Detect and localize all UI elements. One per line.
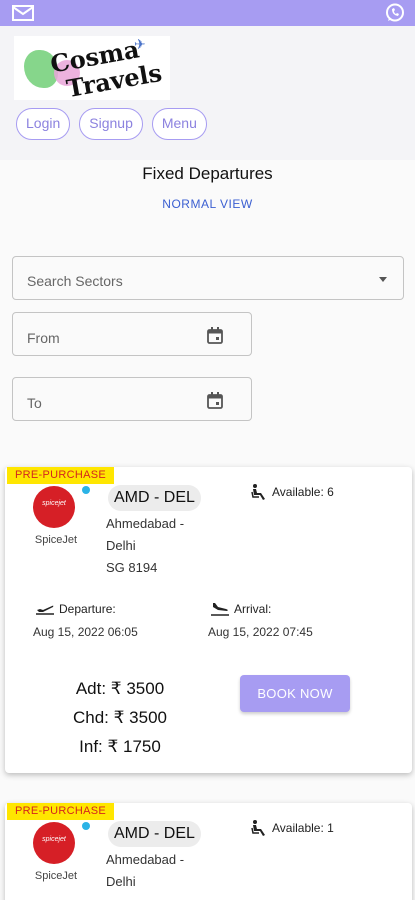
to-placeholder: To xyxy=(27,395,42,411)
city-line-1: Ahmedabad - xyxy=(106,516,185,531)
adult-price: Adt: ₹ 3500 xyxy=(75,679,165,698)
departure-label: Departure: xyxy=(59,602,116,616)
pre-purchase-badge: PRE-PURCHASE xyxy=(7,467,115,484)
infant-price: Inf: ₹ 1750 xyxy=(79,737,161,756)
available-count: Available: 1 xyxy=(272,821,334,835)
arrival-time: Aug 15, 2022 07:45 xyxy=(208,625,313,639)
status-dot xyxy=(82,822,90,830)
to-date-field[interactable]: To xyxy=(12,377,252,421)
flight-card: PRE-PURCHASE spicejet SpiceJet AMD - DEL… xyxy=(5,803,412,900)
top-bar xyxy=(0,0,415,26)
airline-logo-text: spicejet xyxy=(42,500,66,507)
plane-icon: ✈ xyxy=(134,36,146,52)
seat-icon xyxy=(251,484,265,500)
city-line-2: Delhi xyxy=(106,874,136,889)
site-header: Cosma Travels ✈ Login Signup Menu xyxy=(0,26,415,160)
departure-heading: Departure: xyxy=(35,602,116,616)
airline-logo: spicejet xyxy=(33,486,75,528)
search-sectors-select[interactable]: Search Sectors xyxy=(12,256,404,300)
child-price: Chd: ₹ 3500 xyxy=(73,708,167,727)
airline-logo-text: spicejet xyxy=(42,836,66,843)
seat-icon xyxy=(251,820,265,836)
airline-name: SpiceJet xyxy=(34,870,78,882)
brand-logo[interactable]: Cosma Travels ✈ xyxy=(14,34,170,103)
arrival-heading: Arrival: xyxy=(210,602,271,616)
normal-view-link[interactable]: NORMAL VIEW xyxy=(0,197,415,211)
calendar-icon[interactable] xyxy=(207,392,223,409)
dropdown-arrow-icon xyxy=(379,277,387,282)
search-sectors-placeholder: Search Sectors xyxy=(27,273,123,289)
nav-bar: Login Signup Menu xyxy=(16,108,207,140)
from-placeholder: From xyxy=(27,330,60,346)
departure-time: Aug 15, 2022 06:05 xyxy=(33,625,138,639)
arrival-label: Arrival: xyxy=(234,602,272,616)
calendar-icon[interactable] xyxy=(207,327,223,344)
city-line-2: Delhi xyxy=(106,538,136,553)
route-chip: AMD - DEL xyxy=(108,821,201,847)
available-count: Available: 6 xyxy=(272,485,334,499)
page-title: Fixed Departures xyxy=(142,164,273,183)
seats-available: Available: 1 xyxy=(250,819,334,837)
from-date-field[interactable]: From xyxy=(12,312,252,356)
airline-name: SpiceJet xyxy=(34,534,78,546)
seats-available: Available: 6 xyxy=(250,483,334,501)
city-line-1: Ahmedabad - xyxy=(106,852,185,867)
menu-button[interactable]: Menu xyxy=(151,108,207,140)
pre-purchase-badge: PRE-PURCHASE xyxy=(7,803,115,820)
route-chip: AMD - DEL xyxy=(108,485,201,511)
mail-icon[interactable] xyxy=(12,5,34,21)
status-dot xyxy=(82,486,90,494)
takeoff-icon xyxy=(36,605,54,615)
whatsapp-icon[interactable] xyxy=(385,3,405,23)
flight-card: PRE-PURCHASE spicejet SpiceJet AMD - DEL… xyxy=(5,467,412,773)
flight-number: SG 8194 xyxy=(106,560,158,575)
book-now-button[interactable]: BOOK NOW xyxy=(240,675,350,712)
signup-button[interactable]: Signup xyxy=(79,108,143,140)
airline-logo: spicejet xyxy=(33,822,75,864)
landing-icon xyxy=(211,603,229,616)
login-button[interactable]: Login xyxy=(16,108,71,140)
